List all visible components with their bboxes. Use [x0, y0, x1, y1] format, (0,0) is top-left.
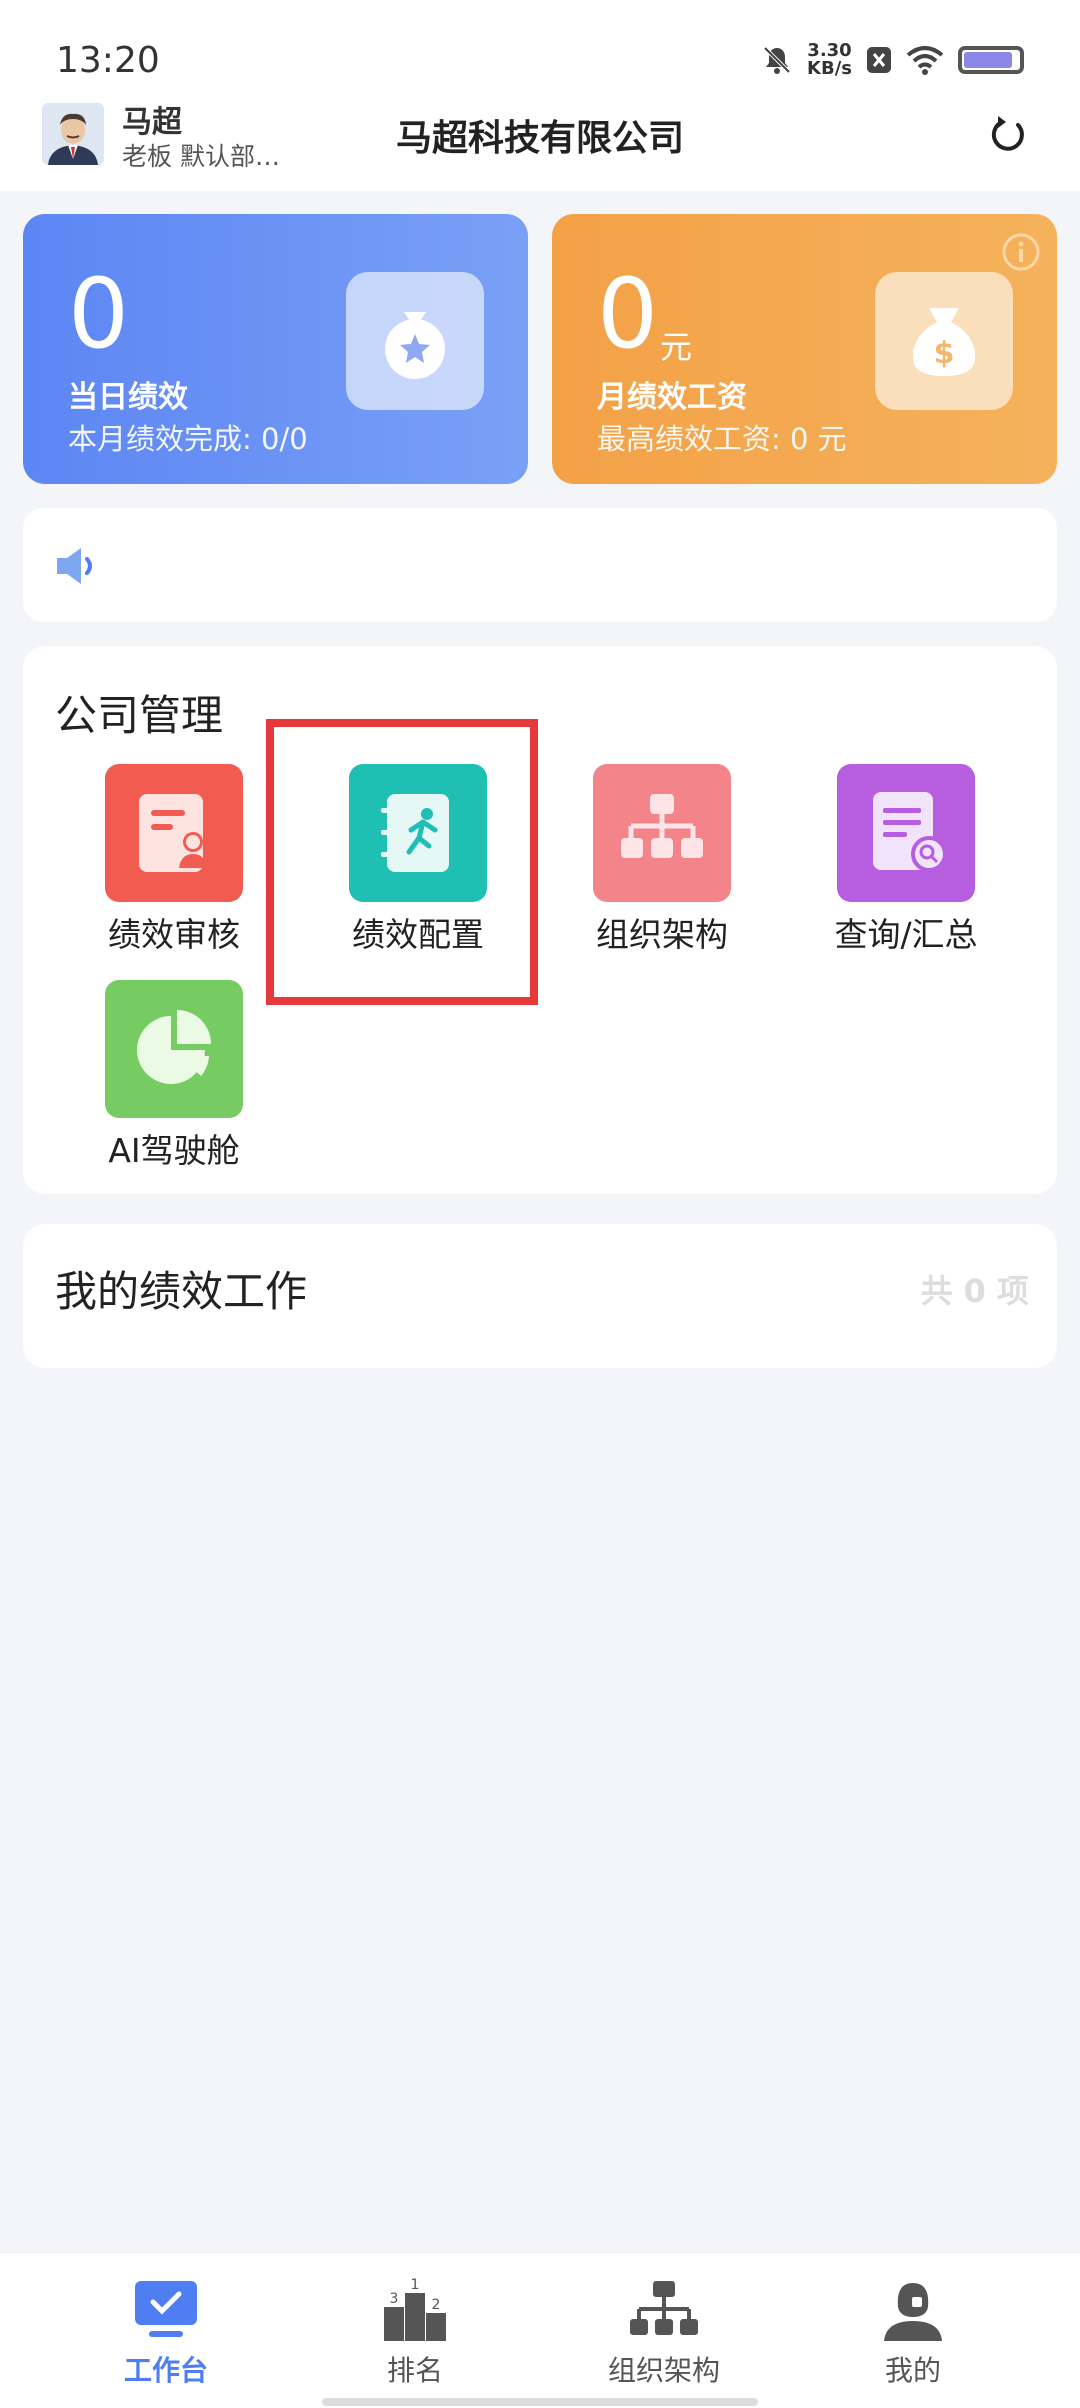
status-time: 13:20: [56, 40, 160, 81]
tool-label: 查询/汇总: [834, 915, 978, 954]
status-bar: 13:20 3.30 KB/s: [0, 0, 1080, 95]
net-speed: 3.30 KB/s: [807, 40, 852, 79]
org-structure-icon: [593, 764, 731, 902]
tab-label: 排名: [386, 2354, 443, 2387]
tab-label: 我的: [884, 2354, 941, 2387]
mute-bell-icon: [763, 46, 791, 74]
tool-performance-review[interactable]: 绩效审核: [74, 764, 274, 956]
app-header: 马超 老板 默认部… 马超科技有限公司: [0, 95, 1080, 191]
tab-mine[interactable]: 我的: [813, 2277, 1013, 2389]
highlight-box: [266, 719, 538, 1005]
pie-chart-icon: [105, 980, 243, 1118]
tab-ranking[interactable]: 3 1 2 排名: [315, 2277, 515, 2389]
notification-x-icon: [867, 47, 891, 73]
daily-performance-label: 当日绩效: [68, 380, 188, 415]
company-management-title: 公司管理: [55, 691, 224, 740]
monthly-salary-label: 月绩效工资: [597, 380, 747, 415]
user-profile-icon: [884, 2283, 942, 2341]
tab-label: 工作台: [123, 2354, 208, 2387]
org-chart-icon: [630, 2281, 698, 2335]
my-work-panel[interactable]: 我的绩效工作 共 0 项: [23, 1224, 1057, 1368]
monthly-completion-text: 本月绩效完成: 0/0: [68, 422, 308, 456]
speaker-icon: [57, 548, 92, 584]
svg-text:1: 1: [411, 2277, 420, 2293]
monthly-salary-value: 0: [597, 258, 659, 370]
max-salary-text: 最高绩效工资: 0 元: [597, 422, 847, 456]
tool-label: AI驾驶舱: [108, 1131, 240, 1170]
tab-workbench[interactable]: 工作台: [66, 2277, 266, 2389]
home-indicator[interactable]: [322, 2398, 758, 2406]
tool-label: 组织架构: [596, 915, 728, 954]
daily-performance-card[interactable]: 0 当日绩效 本月绩效完成: 0/0: [23, 214, 528, 484]
bottom-tab-bar: 工作台 3 1 2 排名 组织架构 我的: [0, 2252, 1080, 2408]
tool-org-structure[interactable]: 组织架构: [562, 764, 762, 956]
tool-query-summary[interactable]: 查询/汇总: [806, 764, 1006, 956]
my-work-count: 共 0 项: [920, 1272, 1029, 1310]
announcement-bar[interactable]: [23, 508, 1057, 622]
performance-review-icon: [105, 764, 243, 902]
svg-text:$: $: [934, 336, 955, 371]
tab-org-structure[interactable]: 组织架构: [564, 2277, 764, 2389]
company-management-panel: 公司管理 绩效审核 绩效配置 组织架构 查询/汇总 AI驾驶舱: [23, 646, 1057, 1194]
daily-performance-value: 0: [68, 258, 130, 370]
tool-label: 绩效审核: [108, 915, 240, 954]
money-bag-icon: $: [875, 272, 1013, 410]
refresh-icon[interactable]: [984, 113, 1028, 157]
tool-ai-cockpit[interactable]: AI驾驶舱: [74, 980, 274, 1172]
my-work-title: 我的绩效工作: [55, 1267, 308, 1316]
info-icon[interactable]: [1001, 232, 1041, 272]
svg-text:2: 2: [432, 2297, 441, 2313]
desktop-icon: [135, 2281, 197, 2337]
status-icons: 3.30 KB/s: [761, 42, 1024, 78]
monthly-salary-unit: 元: [660, 328, 693, 366]
battery-icon: [958, 46, 1024, 74]
wifi-icon: [906, 46, 944, 75]
svg-text:3: 3: [390, 2291, 399, 2307]
podium-icon: 3 1 2: [384, 2277, 446, 2341]
tab-label: 组织架构: [607, 2354, 720, 2387]
page-title: 马超科技有限公司: [395, 118, 684, 159]
medal-icon: [346, 272, 484, 410]
query-summary-icon: [837, 764, 975, 902]
monthly-salary-card[interactable]: 0 元 月绩效工资 最高绩效工资: 0 元 $: [552, 214, 1057, 484]
